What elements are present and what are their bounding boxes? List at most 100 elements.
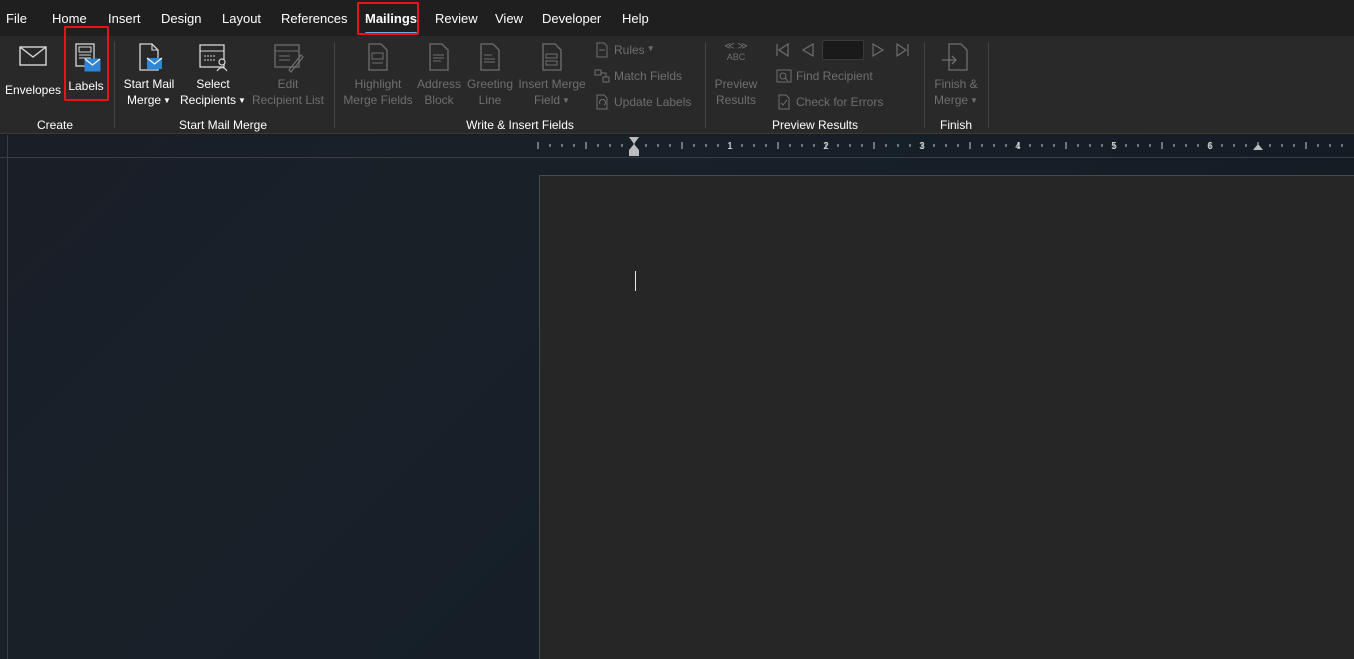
tab-help[interactable]: Help <box>622 11 649 29</box>
match-fields-button[interactable]: Match Fields <box>594 67 682 85</box>
edit-recipient-list-label-line1: Edit <box>277 77 299 91</box>
edit-recipient-list-icon <box>274 44 304 73</box>
tab-references[interactable]: References <box>281 11 347 29</box>
select-recipients-icon <box>199 44 228 72</box>
labels-label: Labels <box>68 79 104 93</box>
vertical-ruler-line <box>7 135 8 659</box>
rules-label: Rules <box>614 43 645 57</box>
preview-abc-icon: ≪ ≫ ABC <box>724 41 748 63</box>
start-mail-merge-label-line1: Start Mail <box>123 77 175 91</box>
update-labels-icon <box>596 94 608 110</box>
match-fields-icon <box>594 69 610 83</box>
tab-design[interactable]: Design <box>161 11 201 29</box>
group-label-create: Create <box>36 118 74 132</box>
greeting-line-label-line1: Greeting <box>466 77 514 91</box>
insert-merge-field-button[interactable]: Insert Merge Field ▼ <box>516 42 588 110</box>
tab-developer[interactable]: Developer <box>542 11 601 29</box>
edit-recipient-list-button[interactable]: Edit Recipient List <box>250 42 326 108</box>
left-indent-marker[interactable] <box>629 137 639 156</box>
rules-button[interactable]: Rules ▼ <box>594 41 655 59</box>
check-for-errors-button[interactable]: Check for Errors <box>776 93 883 111</box>
tab-home[interactable]: Home <box>52 11 87 29</box>
update-labels-label: Update Labels <box>614 95 692 109</box>
group-label-start-mail-merge: Start Mail Merge <box>178 118 268 132</box>
ribbon-tab-bar: File Home Insert Design Layout Reference… <box>0 0 1354 36</box>
record-number-input[interactable] <box>822 40 864 60</box>
update-labels-button[interactable]: Update Labels <box>594 93 691 111</box>
document-page[interactable] <box>539 175 1354 659</box>
address-block-icon <box>429 43 449 71</box>
finish-and-merge-icon <box>942 43 968 71</box>
ruler-number: 1 <box>727 141 733 152</box>
highlight-merge-fields-button[interactable]: Highlight Merge Fields <box>340 42 416 108</box>
start-mail-merge-button[interactable]: Start Mail Merge ▼ <box>118 42 180 110</box>
tab-mailings[interactable]: Mailings <box>365 11 418 34</box>
group-separator <box>705 42 706 128</box>
preview-results-button[interactable]: ≪ ≫ ABC Preview Results <box>710 42 762 108</box>
finish-and-merge-label-line1: Finish & <box>934 77 978 91</box>
insert-merge-field-label-line1: Insert Merge <box>518 77 586 91</box>
ribbon: Envelopes Labels Create Start Mail Merge… <box>0 26 1354 134</box>
tab-file[interactable]: File <box>6 11 27 29</box>
envelope-icon <box>19 46 47 66</box>
preview-results-label-line2: Results <box>715 93 756 107</box>
first-record-icon[interactable] <box>774 42 790 58</box>
document-workspace: 1 2 3 4 5 6 <box>0 135 1354 659</box>
ruler-number: 5 <box>1111 141 1117 152</box>
tab-review[interactable]: Review <box>435 11 478 29</box>
group-label-finish: Finish <box>939 118 972 132</box>
chevron-down-icon: ▼ <box>970 96 978 105</box>
find-recipient-button[interactable]: Find Recipient <box>776 67 873 85</box>
select-recipients-button[interactable]: Select Recipients ▼ <box>180 42 246 110</box>
chevron-down-icon: ▼ <box>238 96 246 105</box>
ruler-underline <box>0 157 1354 158</box>
horizontal-ruler[interactable]: 1 2 3 4 5 6 <box>535 135 1354 157</box>
match-fields-label: Match Fields <box>614 69 683 83</box>
chevron-down-icon: ▼ <box>163 96 171 105</box>
group-label-preview-results: Preview Results <box>771 118 859 132</box>
group-label-write-insert-fields: Write & Insert Fields <box>466 118 574 132</box>
tab-insert[interactable]: Insert <box>108 11 141 29</box>
greeting-line-label-line2: Line <box>478 93 502 107</box>
finish-and-merge-label-line2: Merge <box>934 93 969 107</box>
next-record-icon[interactable] <box>870 42 886 58</box>
ruler-number: 6 <box>1207 141 1213 152</box>
rules-icon <box>596 42 608 58</box>
find-recipient-icon <box>776 69 792 83</box>
insert-merge-field-icon <box>542 43 562 71</box>
labels-icon <box>75 43 101 72</box>
previous-record-icon[interactable] <box>800 42 816 58</box>
select-recipients-label-line2: Recipients <box>180 93 237 107</box>
ruler-number: 2 <box>823 141 829 152</box>
last-record-icon[interactable] <box>895 42 911 58</box>
address-block-label-line1: Address <box>416 77 462 91</box>
greeting-line-icon <box>480 43 500 71</box>
chevron-down-icon: ▼ <box>562 96 570 105</box>
group-separator <box>334 42 335 128</box>
envelopes-label: Envelopes <box>4 83 62 97</box>
group-separator <box>988 42 989 128</box>
start-mail-merge-icon <box>139 43 163 71</box>
ruler-number: 3 <box>919 141 925 152</box>
chevron-down-icon: ▼ <box>646 44 655 53</box>
greeting-line-button[interactable]: Greeting Line <box>464 42 516 108</box>
check-for-errors-label: Check for Errors <box>796 95 884 109</box>
find-recipient-label: Find Recipient <box>796 69 873 83</box>
highlight-merge-fields-label-line2: Merge Fields <box>343 93 413 107</box>
preview-results-label-line1: Preview <box>714 77 758 91</box>
right-indent-marker[interactable] <box>1253 144 1263 150</box>
address-block-button[interactable]: Address Block <box>414 42 464 108</box>
address-block-label-line2: Block <box>424 93 454 107</box>
finish-and-merge-button[interactable]: Finish & Merge ▼ <box>928 42 984 110</box>
group-separator <box>114 42 115 128</box>
envelopes-button[interactable]: Envelopes <box>4 44 62 98</box>
labels-button[interactable]: Labels <box>66 42 106 94</box>
insert-merge-field-label-line2: Field <box>534 93 561 107</box>
group-separator <box>924 42 925 128</box>
highlight-merge-fields-icon <box>368 43 388 71</box>
start-mail-merge-label-line2: Merge <box>127 93 162 107</box>
tab-layout[interactable]: Layout <box>222 11 261 29</box>
check-for-errors-icon <box>778 94 790 110</box>
ruler-number: 4 <box>1015 141 1021 152</box>
tab-view[interactable]: View <box>495 11 523 29</box>
